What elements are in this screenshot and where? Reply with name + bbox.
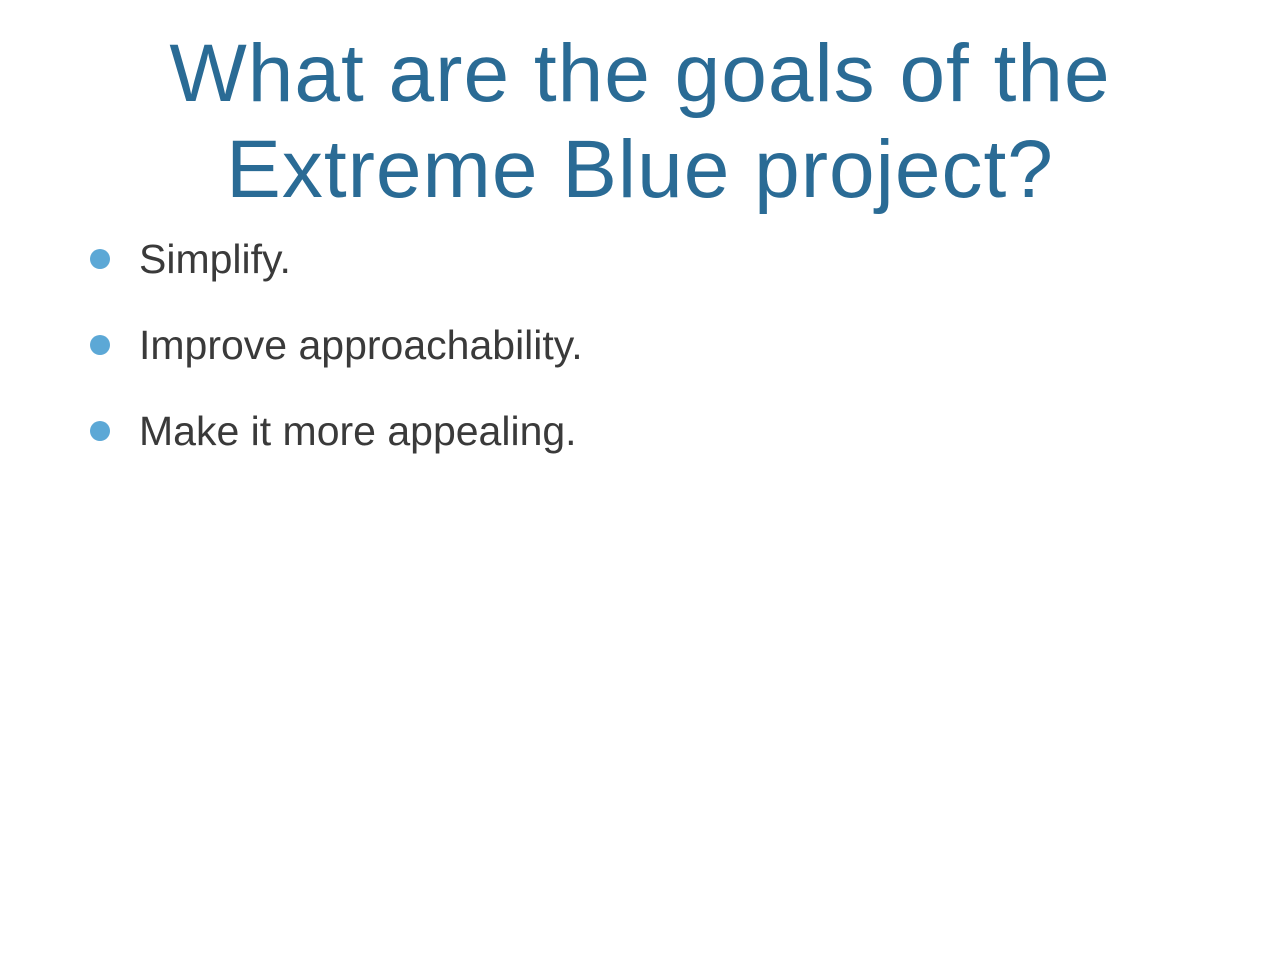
slide-title-line-2: Extreme Blue project?	[226, 124, 1054, 215]
bullet-dot-icon	[90, 335, 110, 355]
bullet-item-approachability: Improve approachability.	[90, 316, 1190, 402]
slide: What are the goals of the Extreme Blue p…	[0, 0, 1280, 960]
bullet-text: Make it more appealing.	[139, 408, 577, 454]
bullet-dot-icon	[90, 249, 110, 269]
bullet-dot-icon	[90, 421, 110, 441]
bullet-item-simplify: Simplify.	[90, 230, 1190, 316]
slide-title: What are the goals of the Extreme Blue p…	[40, 26, 1240, 218]
bullet-text: Simplify.	[139, 236, 291, 282]
bullet-text: Improve approachability.	[139, 322, 583, 368]
bullet-item-appealing: Make it more appealing.	[90, 402, 1190, 488]
slide-title-line-1: What are the goals of the	[169, 28, 1111, 119]
bullet-list: Simplify. Improve approachability. Make …	[90, 230, 1190, 488]
